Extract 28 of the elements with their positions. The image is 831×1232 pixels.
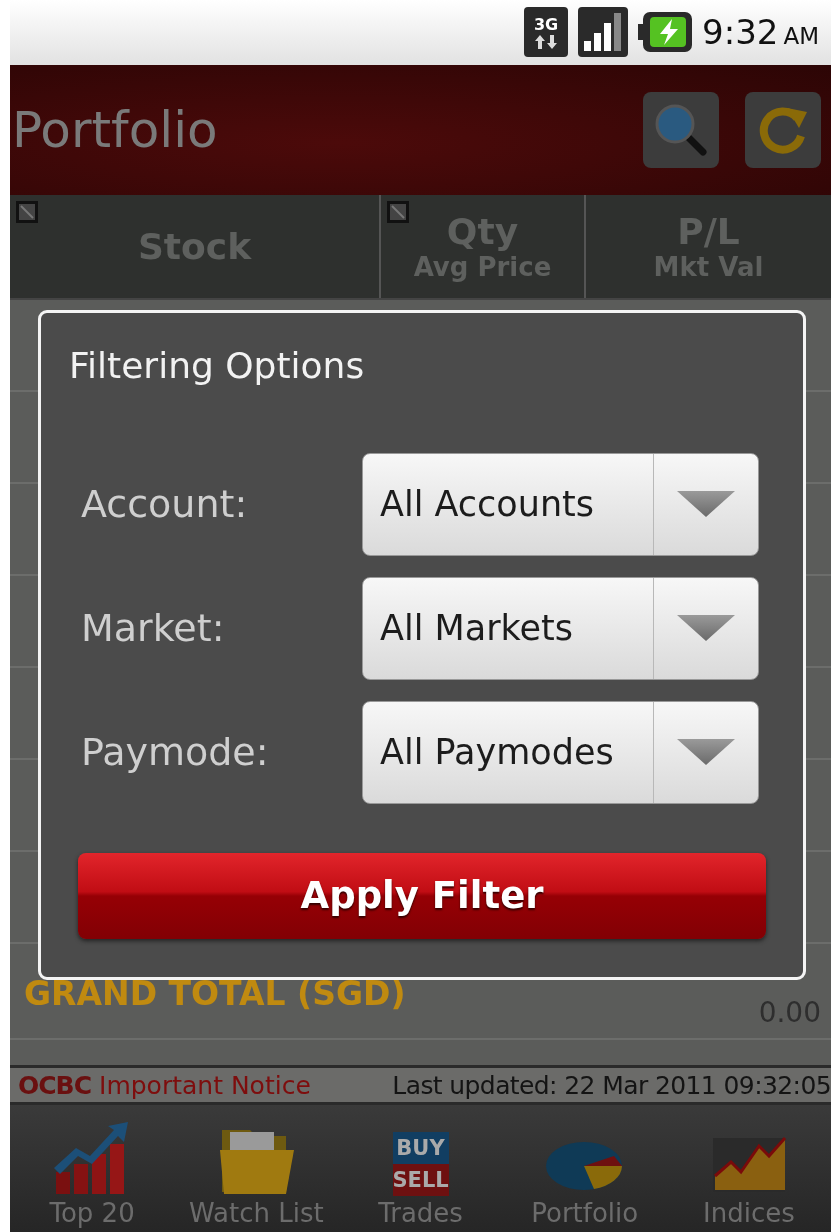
sort-icon[interactable] — [16, 200, 38, 223]
tab-button[interactable]: Portfolio — [502, 1105, 667, 1232]
battery-charging-icon — [638, 12, 693, 53]
tab-button[interactable]: Watch List — [174, 1105, 339, 1232]
clock: 9:32 AM — [702, 12, 819, 53]
dialog-title: Filtering Options — [69, 344, 365, 386]
apply-filter-button[interactable]: Apply Filter — [78, 852, 766, 939]
dropdown-arrow-icon — [677, 739, 735, 765]
sort-icon[interactable] — [387, 200, 409, 223]
row-label: GRAND TOTAL (SGD) — [24, 973, 406, 1013]
signal-icon — [578, 7, 629, 58]
field-label: Account: — [81, 482, 248, 526]
last-updated-text: Last updated: 22 Mar 2011 09:32:05 — [392, 1070, 831, 1100]
dropdown[interactable]: All Accounts — [362, 452, 759, 556]
dropdown[interactable]: All Paymodes — [362, 700, 759, 804]
tab-button[interactable]: Top 20 — [10, 1105, 175, 1232]
page-title: Portfolio — [12, 100, 219, 159]
tab-button[interactable]: BUY SELL Trades — [338, 1105, 503, 1232]
tab-button[interactable]: Indices — [666, 1105, 831, 1232]
refresh-button[interactable] — [745, 91, 821, 168]
field-label: Paymode: — [81, 730, 269, 774]
search-button[interactable] — [643, 91, 719, 168]
network-icon: 3G — [524, 7, 569, 58]
dropdown[interactable]: All Markets — [362, 576, 759, 680]
field-label: Market: — [81, 606, 225, 650]
dropdown-arrow-icon — [677, 491, 735, 517]
bank-logo: OCBC — [18, 1070, 91, 1100]
dropdown-arrow-icon — [677, 615, 735, 641]
